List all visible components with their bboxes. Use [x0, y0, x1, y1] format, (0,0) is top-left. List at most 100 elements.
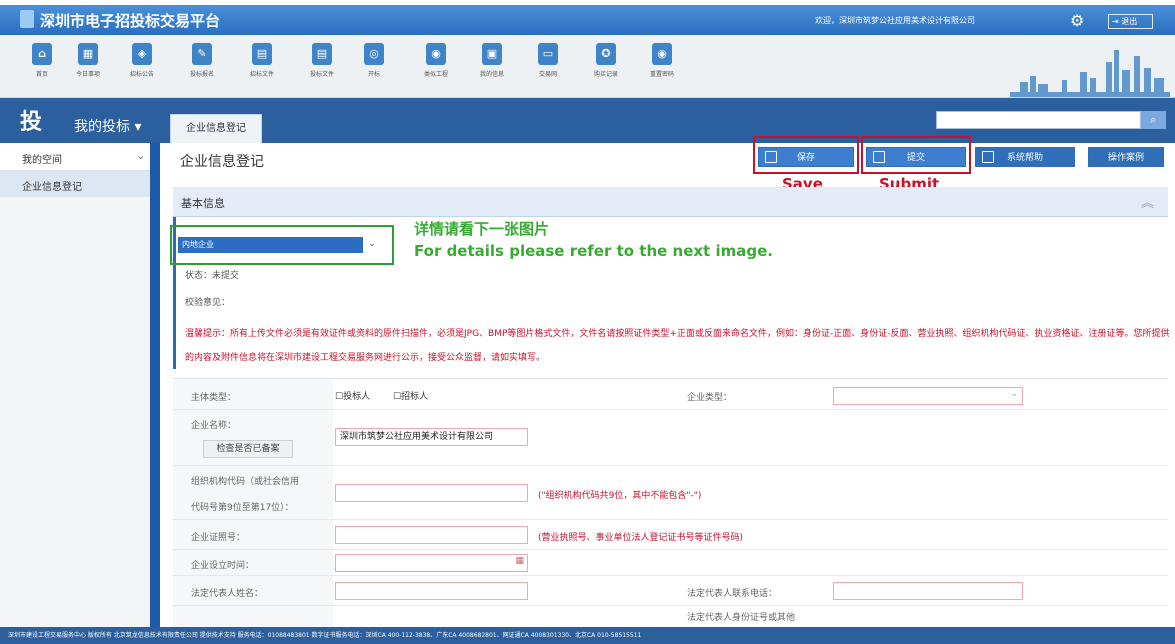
org-code-input[interactable]	[335, 484, 528, 502]
company-type-label: 企业类型：	[687, 393, 733, 403]
toolbar-item-0[interactable]: ⌂ 首页	[20, 40, 64, 78]
section-title: 基本信息	[181, 197, 225, 210]
footer: 深圳市建设工程交易服务中心 版权所有 北京筑龙信息技术有限责任公司 提供技术支持…	[0, 627, 1175, 644]
edit-icon: ✎	[192, 43, 212, 65]
toolbar-item-label: 招标文件	[249, 71, 274, 78]
gear-icon[interactable]: ⚙	[1070, 11, 1084, 30]
monitor-icon: ▭	[538, 43, 558, 65]
company-name-label: 企业名称：	[191, 421, 237, 431]
collapse-icon[interactable]: ︽	[1141, 192, 1154, 211]
form-divider	[173, 378, 1168, 379]
sidebar-scrollbar[interactable]	[150, 143, 160, 638]
sidebar	[0, 143, 160, 638]
medal-icon: ✪	[596, 43, 616, 65]
cert-no-hint: (营业执照号、事业单位法人登记证书号等证件号码)	[538, 533, 744, 543]
my-bids-label: 我的投标	[74, 119, 130, 135]
platform-logo-icon	[20, 10, 34, 28]
search-input[interactable]	[936, 111, 1141, 129]
note-en: For details please refer to the next ima…	[414, 242, 773, 260]
help-icon	[982, 151, 994, 163]
legal-name-input[interactable]	[335, 582, 528, 600]
toolbar-item-label: 投标文件	[309, 71, 334, 78]
form-row-org-code: 组织机构代码（或社会信用 代码号第9位至第17位）： ("组织机构代码共9位，其…	[173, 466, 1168, 520]
location-icon: ◉	[652, 43, 672, 65]
exit-icon: ⇥	[1112, 17, 1122, 26]
toolbar-item-3[interactable]: ✎ 投标报名	[180, 40, 224, 78]
toolbar-item-5[interactable]: ▤ 投标文件	[300, 40, 344, 78]
cert-no-label: 企业证照号：	[191, 533, 246, 543]
file-icon: ▤	[312, 43, 332, 65]
my-bids-menu[interactable]: 我的投标 ▾	[74, 116, 141, 136]
toolbar-item-4[interactable]: ▤ 招标文件	[240, 40, 284, 78]
search-icon[interactable]: ⌕	[1141, 111, 1166, 129]
top-bar: 深圳市电子招投标交易平台 欢迎，深圳市筑梦公社应用美术设计有限公司 ⚙ ⇥ 退出	[0, 5, 1175, 35]
location-icon: ◉	[426, 43, 446, 65]
save-highlight	[753, 136, 859, 174]
bidder-checkbox[interactable]: ☐投标人	[335, 389, 370, 402]
legal-id-label: 法定代表人身份证号或其他	[687, 613, 796, 623]
legal-phone-input[interactable]	[833, 582, 1023, 600]
toolbar-item-label: 招标公告	[129, 71, 154, 78]
check-registration-button[interactable]: 检查是否已备案	[203, 440, 293, 458]
toolbar-item-6[interactable]: ◎ 开标	[352, 40, 396, 78]
label-cell	[173, 606, 333, 627]
toolbar-item-label: 今日事项	[75, 71, 100, 78]
file-icon: ▤	[252, 43, 272, 65]
form-row-name: 企业名称： 检查是否已备案 深圳市筑梦公社应用美术设计有限公司	[173, 410, 1168, 466]
est-date-input[interactable]: ▦	[335, 554, 528, 572]
help-button[interactable]: 系统帮助	[975, 147, 1075, 167]
legal-phone-label: 法定代表人联系电话：	[687, 589, 778, 599]
org-code-label-line2: 代码号第9位至第17位）：	[191, 503, 294, 513]
form-row-legal-id: 法定代表人身份证号或其他	[173, 606, 1168, 627]
subject-type-label: 主体类型：	[191, 393, 237, 403]
company-type-select[interactable]: ⌄	[833, 387, 1023, 405]
toolbar-item-9[interactable]: ▭ 交易网	[526, 40, 570, 78]
sidebar-item-company-registration[interactable]: 企业信息登记	[0, 171, 150, 197]
skyline-decoration	[1010, 50, 1170, 97]
form-row-legal: 法定代表人姓名： 法定代表人联系电话：	[173, 576, 1168, 606]
legal-name-label: 法定代表人姓名：	[191, 589, 264, 599]
case-button[interactable]: 操作案例	[1088, 147, 1164, 167]
toolbar-item-7[interactable]: ◉ 类似工程	[414, 40, 458, 78]
nav-logo: 投	[20, 110, 43, 135]
org-code-hint: ("组织机构代码共9位，其中不能包含"-")	[538, 491, 702, 501]
company-name-input[interactable]: 深圳市筑梦公社应用美术设计有限公司	[335, 428, 528, 446]
sidebar-head-label: 我的空间	[22, 155, 62, 166]
toolbar-item-1[interactable]: ▦ 今日事项	[66, 40, 110, 78]
exit-button[interactable]: ⇥ 退出	[1108, 14, 1153, 29]
exit-label: 退出	[1121, 17, 1138, 26]
cert-no-input[interactable]	[335, 526, 528, 544]
id-card-icon: ▣	[482, 43, 502, 65]
org-code-label-line1: 组织机构代码（或社会信用	[191, 477, 300, 487]
toolbar-item-label: 重置密码	[649, 71, 674, 78]
form-row-date: 企业设立时间： ▦	[173, 550, 1168, 576]
platform-title: 深圳市电子招投标交易平台	[40, 12, 221, 30]
form-row-subject: 主体类型： ☐投标人 ☐招标人 企业类型： ⌄	[173, 380, 1168, 410]
sidebar-item-label: 企业信息登记	[22, 182, 82, 193]
help-label: 系统帮助	[1006, 153, 1043, 163]
section-header: 基本信息 ︽	[173, 187, 1168, 217]
toolbar-item-2[interactable]: ◈ 招标公告	[120, 40, 164, 78]
toolbar-item-8[interactable]: ▣ 我的信息	[470, 40, 514, 78]
warm-tip: 温馨提示：所有上传文件必须是有效证件或资料的原件扫描件，必须是JPG、BMP等图…	[185, 329, 1170, 363]
welcome-text: 欢迎，深圳市筑梦公社应用美术设计有限公司	[815, 16, 975, 25]
chevron-down-icon: ⌄	[136, 149, 146, 162]
chevron-down-icon: ⌄	[1010, 389, 1018, 399]
form-row-cert: 企业证照号： (营业执照号、事业单位法人登记证书号等证件号码)	[173, 520, 1168, 550]
tab-company-registration[interactable]: 企业信息登记	[170, 114, 262, 143]
toolbar-item-10[interactable]: ✪ 购买记录	[584, 40, 628, 78]
calendar-icon[interactable]: ▦	[515, 556, 524, 566]
tenderer-checkbox[interactable]: ☐招标人	[393, 389, 428, 402]
page-title: 企业信息登记	[180, 154, 264, 170]
note-zh: 详情请看下一张图片	[414, 220, 550, 238]
icon-toolbar: ⌂ 首页 ▦ 今日事项 ◈ 招标公告 ✎ 投标报名 ▤ 招标文件 ▤ 投标文件 ◎ 开标 ◉ 类似工程 ▣ 我的信…	[0, 35, 1175, 98]
toolbar-item-11[interactable]: ◉ 重置密码	[640, 40, 684, 78]
status-text: 状态：未提交	[185, 271, 240, 281]
toolbar-item-label: 开标	[367, 71, 380, 78]
sidebar-head[interactable]: 我的空间 ⌄	[0, 143, 150, 171]
toolbar-item-label: 投标报名	[189, 71, 214, 78]
toolbar-item-label: 我的信息	[479, 71, 504, 78]
toolbar-item-label: 购买记录	[593, 71, 618, 78]
est-date-label: 企业设立时间：	[191, 561, 255, 571]
toolbar-item-label: 类似工程	[423, 71, 448, 78]
